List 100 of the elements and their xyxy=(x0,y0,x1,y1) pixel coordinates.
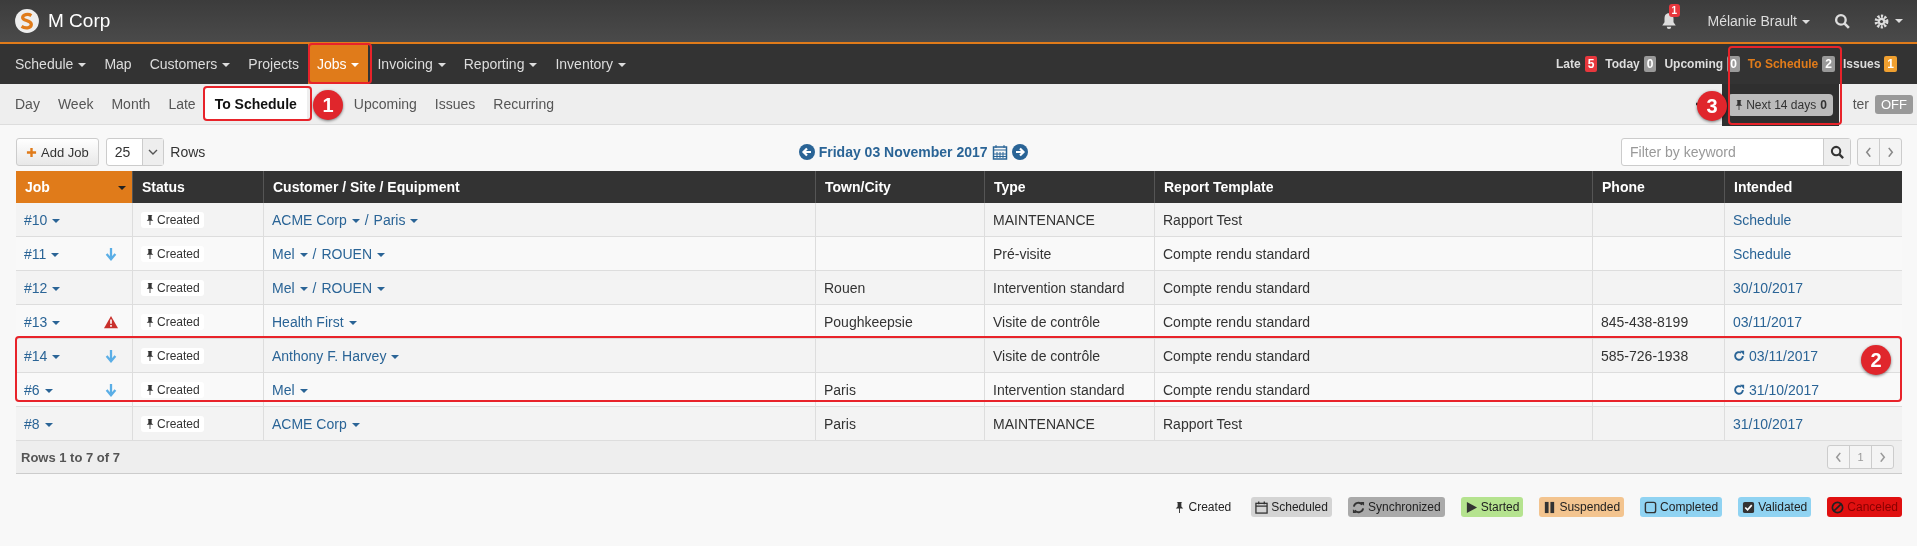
status-legend-label: Canceled xyxy=(1827,497,1902,517)
separator: / xyxy=(364,211,369,228)
app-title: M Corp xyxy=(48,10,111,32)
table-cell: Poughkeepsie xyxy=(824,313,913,330)
status-legend-label: Scheduled xyxy=(1251,497,1332,517)
table-cell: Paris xyxy=(824,381,856,398)
intended-date-link[interactable]: 31/10/2017 xyxy=(1749,381,1820,398)
rows-select[interactable]: 25 xyxy=(105,138,165,166)
customer-link[interactable]: ACME Corp xyxy=(272,415,360,432)
nav-menu-item[interactable]: Inventory xyxy=(546,44,636,84)
sub-nav-tab[interactable]: Late xyxy=(159,96,205,112)
highlight-frame xyxy=(308,43,372,84)
table-cell: 585-726-1938 xyxy=(1601,347,1689,364)
job-link[interactable]: #10 xyxy=(24,211,61,228)
search-icon xyxy=(1829,144,1845,160)
customer-link[interactable]: Anthony F. Harvey xyxy=(272,347,400,364)
logo-icon xyxy=(14,8,40,34)
job-link[interactable]: #13 xyxy=(24,313,61,330)
search-input[interactable]: Filter by keyword xyxy=(1622,139,1823,165)
status-label: Created xyxy=(141,347,204,364)
chevron-left-icon xyxy=(1835,451,1842,463)
table-cell: Intervention standard xyxy=(993,381,1125,398)
search-field[interactable]: Filter by keyword xyxy=(1621,138,1851,166)
previous-arrow-icon[interactable] xyxy=(798,144,815,160)
chevron-left-icon xyxy=(1865,146,1872,158)
nav-menu-item[interactable]: Customers xyxy=(140,44,240,84)
separator: / xyxy=(312,279,317,296)
sub-nav-tab[interactable]: To Schedule xyxy=(204,88,307,120)
chevron-right-icon xyxy=(1887,146,1894,158)
job-link[interactable]: #11 xyxy=(24,245,60,262)
nav-menu-item[interactable]: Reporting xyxy=(454,44,547,84)
sub-nav-tab[interactable]: Recurring xyxy=(484,96,564,112)
calendar-icon xyxy=(1255,500,1269,514)
play-icon xyxy=(1464,500,1478,514)
customer-link[interactable]: Paris xyxy=(373,211,419,228)
customer-link[interactable]: ROUEN xyxy=(321,245,385,262)
search-button[interactable] xyxy=(1823,139,1850,165)
gear-icon xyxy=(1873,12,1890,30)
table-cell: Compte rendu standard xyxy=(1163,381,1311,398)
job-link[interactable]: #12 xyxy=(24,279,61,296)
current-date[interactable]: Friday 03 November 2017 xyxy=(818,144,988,160)
table-cell: Compte rendu standard xyxy=(1163,347,1311,364)
status-label: Created xyxy=(141,211,204,228)
ban-icon xyxy=(1831,500,1845,514)
sub-nav-tab[interactable]: Upcoming xyxy=(344,96,426,112)
intended-date-link[interactable]: 30/10/2017 xyxy=(1733,279,1804,296)
intended-date-link[interactable]: 03/11/2017 xyxy=(1749,347,1819,364)
search-icon[interactable] xyxy=(1834,12,1851,30)
table-cell: Compte rendu standard xyxy=(1163,245,1311,262)
user-menu[interactable]: Mélanie Brault xyxy=(1707,13,1810,29)
row-count: Rows 1 to 7 of 7 xyxy=(21,449,120,465)
customer-link[interactable]: Mel xyxy=(272,279,308,296)
table-cell: MAINTENANCE xyxy=(993,211,1095,228)
sub-nav-tab[interactable]: Month xyxy=(102,96,160,112)
intended-date-link[interactable]: 31/10/2017 xyxy=(1733,415,1804,432)
nav-menu-item[interactable]: Schedule xyxy=(6,44,96,84)
filter-label: ter xyxy=(1852,96,1869,112)
customer-link[interactable]: ACME Corp xyxy=(272,211,360,228)
notification-badge: 1 xyxy=(1668,4,1681,17)
nav-menu-item[interactable]: Map xyxy=(95,44,141,84)
customer-link[interactable]: Mel xyxy=(272,245,308,262)
table-cell: Intervention standard xyxy=(993,279,1125,296)
status-legend-label: Started xyxy=(1460,497,1524,517)
next-arrow-icon[interactable] xyxy=(1011,144,1028,160)
bell-icon[interactable] xyxy=(1659,12,1678,30)
job-link[interactable]: #6 xyxy=(24,381,53,398)
customer-link[interactable]: Health First xyxy=(272,313,357,330)
intended-date-link[interactable]: Schedule xyxy=(1733,211,1792,228)
next-days-button[interactable]: Next 14 days 0 xyxy=(1728,94,1833,116)
customer-link[interactable]: Mel xyxy=(272,381,308,398)
job-counter[interactable]: Issues 1 xyxy=(1842,56,1897,72)
job-counter[interactable]: Upcoming 0 xyxy=(1664,56,1740,72)
plus-icon xyxy=(26,146,37,158)
sub-nav-tab[interactable]: Week xyxy=(48,96,103,112)
job-counter[interactable]: Today 0 xyxy=(1605,56,1657,72)
status-label: Created xyxy=(141,381,204,398)
status-label: Created xyxy=(141,313,204,330)
nav-menu-item[interactable]: Projects xyxy=(239,44,308,84)
status-label: Created xyxy=(141,279,204,296)
calendar-icon[interactable] xyxy=(991,144,1008,160)
job-counter[interactable]: To Schedule 2 xyxy=(1747,56,1835,72)
table-cell: Pré-visite xyxy=(993,245,1052,262)
settings-menu[interactable] xyxy=(1873,12,1903,30)
job-link[interactable]: #8 xyxy=(24,415,53,432)
table-cell: Compte rendu standard xyxy=(1163,279,1311,296)
chevron-down-icon xyxy=(148,149,159,155)
nav-menu-item[interactable]: Invoicing xyxy=(368,44,455,84)
add-job-button[interactable]: Add Job xyxy=(16,138,99,166)
sub-nav-tab[interactable]: Issues xyxy=(425,96,485,112)
sub-nav-tab[interactable]: Day xyxy=(6,96,49,112)
table-cell: Paris xyxy=(824,415,856,432)
customer-link[interactable]: ROUEN xyxy=(321,279,385,296)
status-label: Created xyxy=(141,415,204,432)
table-cell: MAINTENANCE xyxy=(993,415,1095,432)
job-counter[interactable]: Late 5 xyxy=(1555,56,1598,72)
table-cell: Compte rendu standard xyxy=(1163,313,1311,330)
status-legend-label: Suspended xyxy=(1539,497,1625,517)
job-link[interactable]: #14 xyxy=(24,347,61,364)
intended-date-link[interactable]: 03/11/2017 xyxy=(1733,313,1803,330)
intended-date-link[interactable]: Schedule xyxy=(1733,245,1792,262)
